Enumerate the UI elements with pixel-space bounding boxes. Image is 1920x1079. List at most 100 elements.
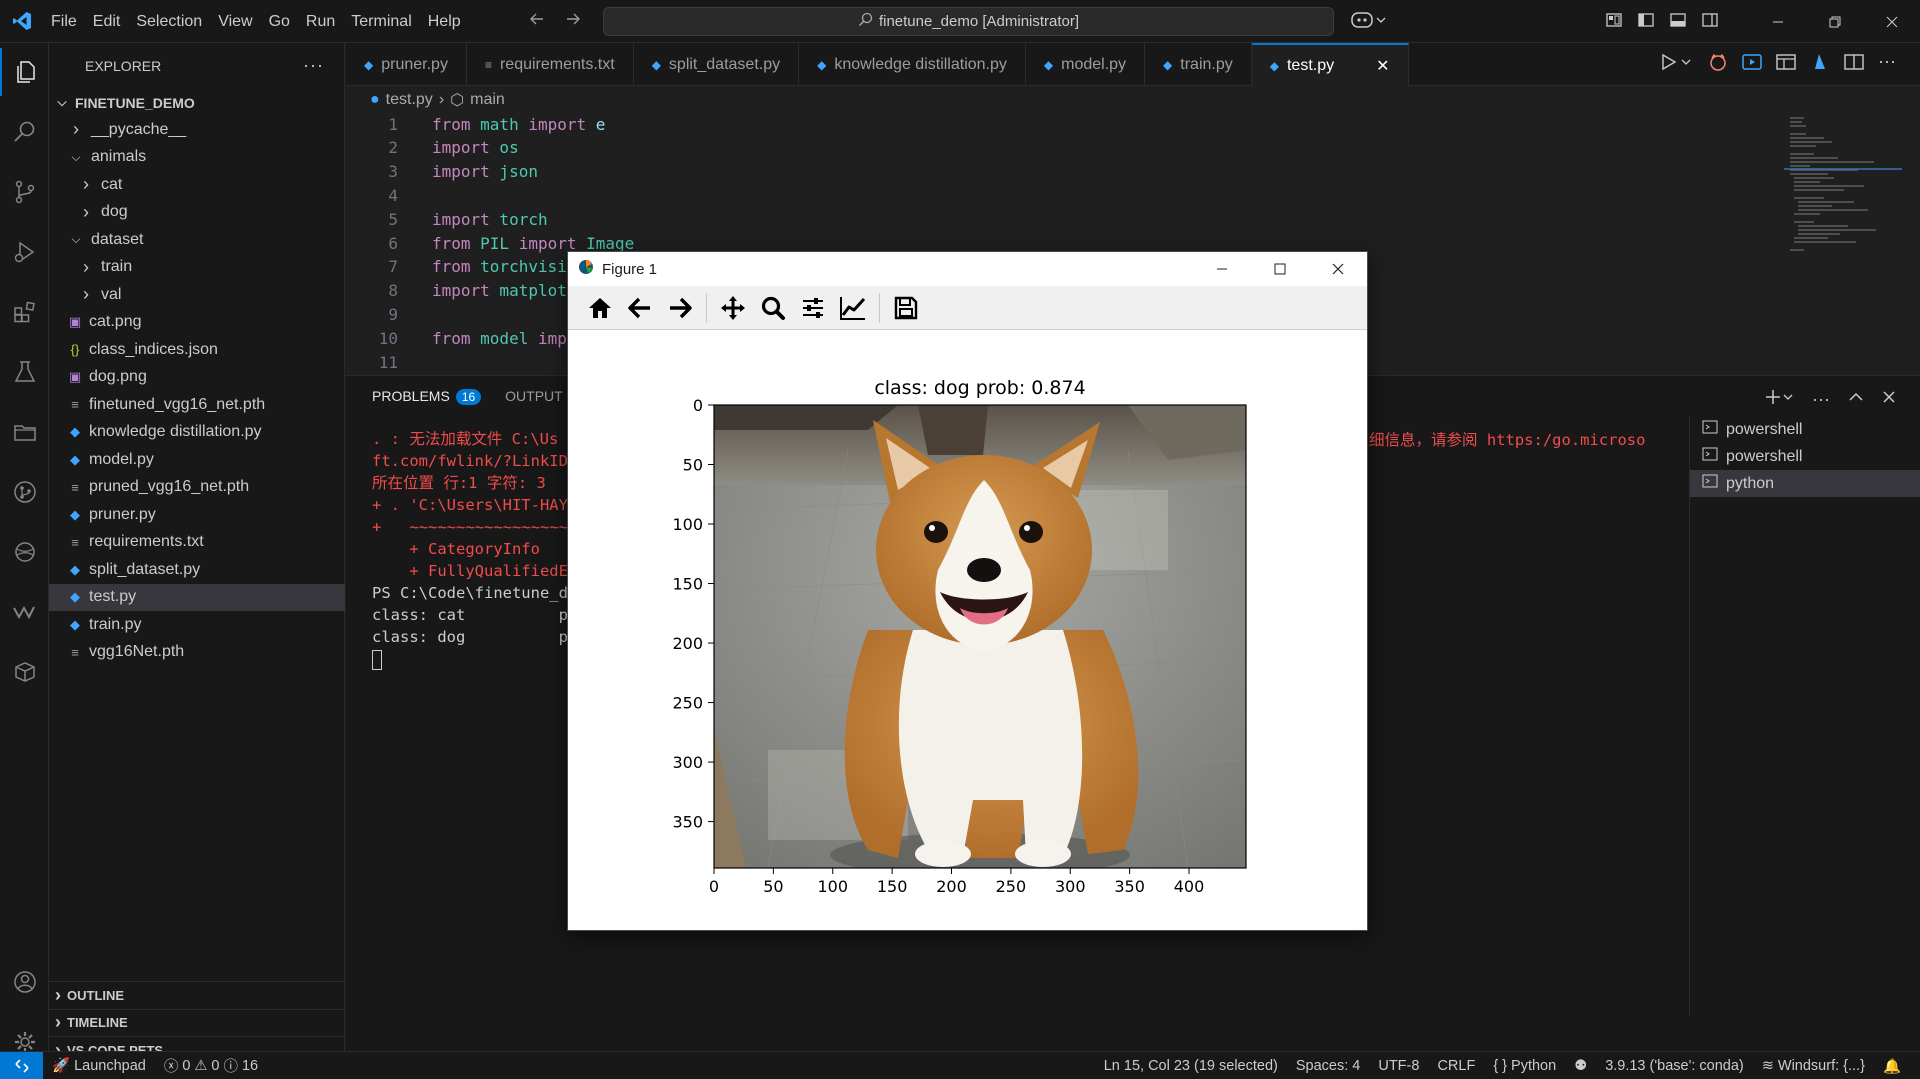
terminal-instance[interactable]: powershell	[1690, 416, 1920, 443]
close-window-button[interactable]	[1863, 0, 1920, 43]
search-view-icon[interactable]	[0, 108, 49, 156]
go-back-icon[interactable]	[528, 10, 546, 31]
close-panel-icon[interactable]	[1882, 390, 1896, 407]
cursor-position[interactable]: Ln 15, Col 23 (19 selected)	[1095, 1058, 1287, 1074]
more-editor-actions-icon[interactable]: ···	[1878, 52, 1896, 74]
terminal-instance[interactable]: powershell	[1690, 443, 1920, 470]
toggle-primary-sidebar-icon[interactable]	[1637, 11, 1655, 32]
file-item[interactable]: ◆ test.py	[49, 583, 345, 611]
remote-indicator-icon[interactable]	[0, 1051, 43, 1079]
windsurf-icon[interactable]	[0, 588, 49, 636]
breadcrumb-symbol[interactable]: main	[470, 91, 505, 109]
panel-more-icon[interactable]: ···	[1812, 390, 1830, 408]
sail-icon[interactable]	[1810, 53, 1830, 74]
close-tab-icon[interactable]: ✕	[1376, 56, 1389, 76]
menu-edit[interactable]: Edit	[85, 0, 129, 43]
panel-tab-output[interactable]: OUTPUT	[505, 388, 563, 404]
minimize-button[interactable]	[1749, 0, 1806, 43]
file-item[interactable]: {} class_indices.json	[49, 336, 345, 363]
file-item[interactable]: ▣ cat.png	[49, 309, 345, 336]
file-item[interactable]: ◆ train.py	[49, 611, 345, 638]
indentation[interactable]: Spaces: 4	[1287, 1058, 1370, 1074]
menu-file[interactable]: File	[43, 0, 85, 43]
preview-icon[interactable]	[1742, 53, 1762, 74]
tab-split-dataset-py[interactable]: ◆ split_dataset.py	[634, 43, 800, 86]
remote-explorer-icon[interactable]	[0, 408, 49, 456]
tab-test-py[interactable]: ◆ test.py ✕	[1251, 43, 1409, 86]
menu-go[interactable]: Go	[261, 0, 298, 43]
breadcrumb-file[interactable]: test.py	[386, 91, 433, 109]
section-timeline[interactable]: › TIMELINE	[49, 1008, 345, 1036]
tab-pruner-py[interactable]: ◆ pruner.py	[346, 43, 467, 86]
section-outline[interactable]: › OUTLINE	[49, 981, 345, 1008]
menu-view[interactable]: View	[210, 0, 260, 43]
customize-layout-icon[interactable]	[1605, 11, 1623, 32]
file-item[interactable]: ◆ split_dataset.py	[49, 556, 345, 583]
end-of-line[interactable]: CRLF	[1428, 1058, 1484, 1074]
file-item[interactable]: ≡ finetuned_vgg16_net.pth	[49, 391, 345, 418]
terminal-instance[interactable]: python	[1690, 470, 1920, 497]
file-item[interactable]: ◆ knowledge distillation.py	[49, 419, 345, 446]
command-center-search[interactable]: finetune_demo [Administrator]	[603, 7, 1334, 36]
new-terminal-icon[interactable]	[1764, 388, 1794, 409]
gitlens-icon[interactable]	[0, 468, 49, 516]
maximize-panel-icon[interactable]	[1848, 389, 1864, 408]
language-mode[interactable]: { } Python	[1484, 1058, 1565, 1074]
vscode-logo-icon[interactable]	[0, 0, 43, 43]
figure-minimize-button[interactable]	[1193, 252, 1251, 286]
minimap[interactable]	[1784, 112, 1904, 262]
workspace-root[interactable]: ⌵ FINETUNE_DEMO	[49, 89, 345, 116]
encoding[interactable]: UTF-8	[1369, 1058, 1428, 1074]
go-forward-icon[interactable]	[564, 10, 582, 31]
run-python-file-icon[interactable]	[1660, 53, 1694, 74]
menu-terminal[interactable]: Terminal	[343, 0, 419, 43]
account-icon[interactable]	[0, 958, 49, 1006]
back-icon[interactable]	[624, 292, 656, 324]
pets-icon[interactable]	[1708, 53, 1728, 74]
package-icon[interactable]	[0, 648, 49, 696]
windsurf-status[interactable]: ≋ Windsurf: {...}	[1753, 1058, 1874, 1074]
folder-item[interactable]: ⌵ dataset	[49, 226, 345, 253]
file-item[interactable]: ▣ dog.png	[49, 364, 345, 391]
launchpad-item[interactable]: 🚀 Launchpad	[43, 1057, 155, 1075]
folder-item[interactable]: › __pycache__	[49, 116, 345, 143]
extensions-icon[interactable]	[0, 288, 49, 336]
file-item[interactable]: ◆ model.py	[49, 446, 345, 473]
tab-model-py[interactable]: ◆ model.py	[1026, 43, 1146, 86]
more-actions-icon[interactable]: ···	[303, 55, 324, 76]
figure-maximize-button[interactable]	[1251, 252, 1309, 286]
menu-help[interactable]: Help	[420, 0, 469, 43]
notifications-bell-icon[interactable]: 🔔	[1874, 1058, 1910, 1075]
problems-summary[interactable]: ⓧ 0 ⚠ 0 ⓘ 16	[155, 1055, 267, 1076]
source-control-icon[interactable]	[0, 168, 49, 216]
file-item[interactable]: ≡ vgg16Net.pth	[49, 639, 345, 666]
menu-run[interactable]: Run	[298, 0, 343, 43]
figure-title-bar[interactable]: Figure 1	[568, 252, 1367, 286]
run-and-debug-icon[interactable]	[0, 228, 49, 276]
figure-canvas[interactable]: class: dog prob: 0.874 0 50 100 150 200 …	[568, 330, 1367, 930]
figure-close-button[interactable]	[1309, 252, 1367, 286]
forward-icon[interactable]	[664, 292, 696, 324]
open-preview-icon[interactable]	[1776, 53, 1796, 74]
file-item[interactable]: ◆ pruner.py	[49, 501, 345, 528]
home-icon[interactable]	[584, 292, 616, 324]
copilot-status-icon[interactable]: ⚉	[1565, 1058, 1596, 1074]
python-interpreter[interactable]: 3.9.13 ('base': conda)	[1596, 1058, 1753, 1074]
testing-icon[interactable]	[0, 348, 49, 396]
tab-requirements-txt[interactable]: ≡ requirements.txt	[467, 43, 634, 86]
folder-item[interactable]: › dog	[49, 199, 345, 226]
explorer-icon[interactable]	[0, 48, 49, 96]
split-editor-icon[interactable]	[1844, 53, 1864, 74]
folder-item[interactable]: › cat	[49, 171, 345, 198]
terminal-output[interactable]: . : 无法加载文件 C:\Us ft.com/fwlink/?LinkID= 所在…	[372, 428, 577, 670]
copilot-menu[interactable]	[1350, 9, 1388, 34]
file-item[interactable]: ≡ pruned_vgg16_net.pth	[49, 474, 345, 501]
zoom-icon[interactable]	[757, 292, 789, 324]
save-icon[interactable]	[890, 292, 922, 324]
toggle-panel-icon[interactable]	[1669, 11, 1687, 32]
folder-item[interactable]: › val	[49, 281, 345, 308]
pan-icon[interactable]	[717, 292, 749, 324]
panel-tab-problems[interactable]: PROBLEMS 16	[372, 388, 482, 405]
folder-item[interactable]: ⌵ animals	[49, 144, 345, 171]
edit-axes-icon[interactable]	[837, 292, 869, 324]
